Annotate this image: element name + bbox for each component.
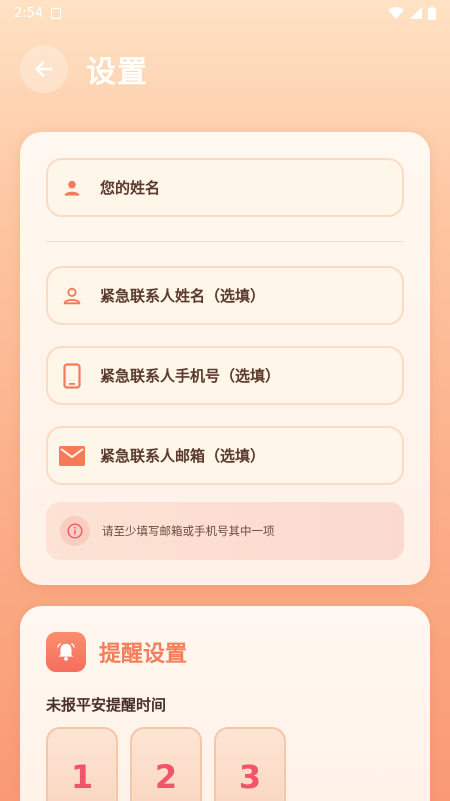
reminder-option-1[interactable]: 1 <box>46 727 118 801</box>
reminder-section-header: 提醒设置 <box>46 632 187 672</box>
emergency-name-placeholder: 紧急联系人姓名（选填） <box>100 287 266 305</box>
emergency-phone-field[interactable]: 紧急联系人手机号（选填） <box>46 346 404 405</box>
header: 设置 <box>20 45 430 93</box>
back-button[interactable] <box>20 45 68 93</box>
sim-card-icon <box>51 7 62 19</box>
status-bar: 2:54 <box>0 0 450 26</box>
bell-icon <box>46 632 86 672</box>
reminder-settings-card: 提醒设置 未报平安提醒时间 1 2 3 <box>20 606 430 801</box>
contact-settings-card: 您的姓名 紧急联系人姓名（选填） 紧急联系人手机号（选填） 紧急联系人邮箱（选填… <box>20 132 430 585</box>
hint-banner: 请至少填写邮箱或手机号其中一项 <box>46 502 404 560</box>
name-field[interactable]: 您的姓名 <box>46 158 404 217</box>
emergency-email-field[interactable]: 紧急联系人邮箱（选填） <box>46 426 404 485</box>
name-field-placeholder: 您的姓名 <box>100 179 161 197</box>
mail-icon <box>48 445 96 466</box>
arrow-left-icon <box>35 61 53 77</box>
wifi-icon <box>388 6 404 19</box>
status-time: 2:54 <box>14 5 44 21</box>
battery-icon <box>428 6 436 20</box>
hint-text: 请至少填写邮箱或手机号其中一项 <box>102 524 275 538</box>
reminder-option-2[interactable]: 2 <box>130 727 202 801</box>
reminder-option-3[interactable]: 3 <box>214 727 286 801</box>
emergency-name-field[interactable]: 紧急联系人姓名（选填） <box>46 266 404 325</box>
info-icon <box>60 516 90 546</box>
emergency-phone-placeholder: 紧急联系人手机号（选填） <box>100 367 281 385</box>
person-icon <box>48 178 96 198</box>
divider <box>46 241 404 242</box>
emergency-email-placeholder: 紧急联系人邮箱（选填） <box>100 447 266 465</box>
phone-icon <box>48 362 96 389</box>
reminder-section-title: 提醒设置 <box>99 642 188 667</box>
reminder-time-label: 未报平安提醒时间 <box>46 696 167 714</box>
page-title: 设置 <box>86 55 148 90</box>
signal-icon <box>410 7 422 19</box>
person-outline-icon <box>48 285 96 307</box>
